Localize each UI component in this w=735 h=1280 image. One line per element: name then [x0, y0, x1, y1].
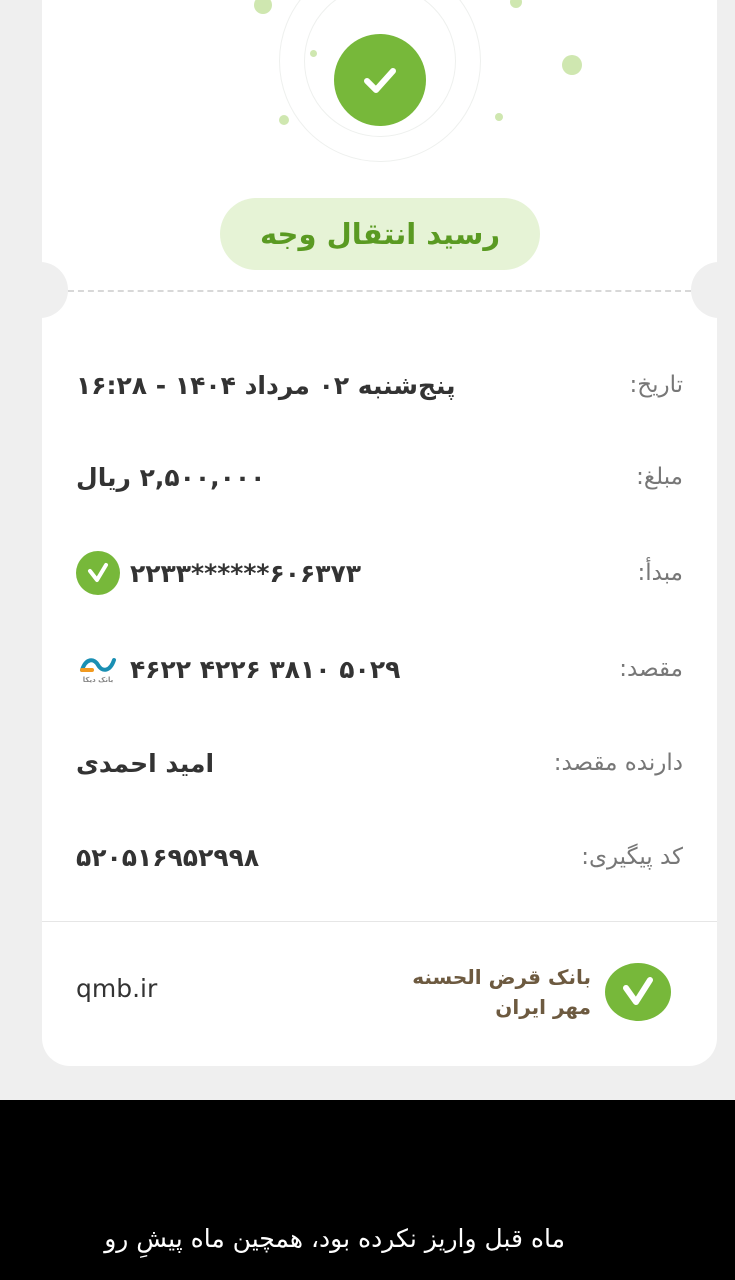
bank-dey-logo-caption: بانک دیکا — [82, 676, 114, 684]
date-label: تاریخ: — [629, 372, 683, 398]
success-check-icon — [334, 34, 426, 126]
bank-website[interactable]: qmb.ir — [76, 974, 157, 1003]
bank-check-icon — [76, 551, 120, 595]
bank-name: بانک قرض الحسنه مهر ایران — [412, 962, 591, 1022]
decor-dot — [510, 0, 522, 8]
destination-label: مقصد: — [619, 656, 683, 682]
source-value: ۶۰۶۳۷۳******۲۲۳۳ — [76, 551, 361, 595]
source-label: مبدأ: — [637, 560, 683, 586]
bank-name-line2: مهر ایران — [495, 995, 591, 1019]
dashed-divider — [68, 290, 691, 292]
image-caption: ماه قبل واریز نکرده بود، همچین ماه پیشِ … — [104, 1224, 565, 1253]
decor-dot — [279, 115, 289, 125]
destination-value: ۵۰۲۹ ۳۸۱۰ ۴۲۲۶ ۴۶۲۲ بانک دیکا — [76, 654, 400, 684]
row-amount: ۲,۵۰۰,۰۰۰ ریال مبلغ: — [76, 452, 683, 502]
holder-value: امید احمدی — [76, 748, 215, 778]
bank-brand: بانک قرض الحسنه مهر ایران — [412, 962, 671, 1022]
decor-dot — [495, 113, 503, 121]
decor-dot — [562, 55, 582, 75]
row-tracking-code: ۵۲۰۵۱۶۹۵۲۹۹۸ کد پیگیری: — [76, 832, 683, 882]
holder-label: دارنده مقصد: — [553, 750, 683, 776]
source-card-number: ۶۰۶۳۷۳******۲۲۳۳ — [130, 558, 362, 588]
bank-name-line1: بانک قرض الحسنه — [412, 965, 591, 989]
ticket-notch-left — [12, 262, 68, 318]
row-date: پنج‌شنبه ۰۲ مرداد ۱۴۰۴ - ۱۶:۲۸ تاریخ: — [76, 360, 683, 410]
tracking-code-value: ۵۲۰۵۱۶۹۵۲۹۹۸ — [76, 842, 260, 872]
amount-label: مبلغ: — [636, 464, 683, 490]
decor-dot — [310, 50, 317, 57]
receipt-card: رسید انتقال وجه پنج‌شنبه ۰۲ مرداد ۱۴۰۴ -… — [12, 0, 735, 1066]
screen: رسید انتقال وجه پنج‌شنبه ۰۲ مرداد ۱۴۰۴ -… — [0, 0, 735, 1100]
footer-divider — [42, 921, 717, 922]
tracking-code-label: کد پیگیری: — [581, 844, 683, 870]
amount-value: ۲,۵۰۰,۰۰۰ ریال — [76, 462, 266, 492]
receipt-title: رسید انتقال وجه — [220, 198, 540, 270]
ticket-notch-right — [691, 262, 735, 318]
destination-card-number: ۵۰۲۹ ۳۸۱۰ ۴۲۲۶ ۴۶۲۲ — [130, 654, 401, 684]
row-source: ۶۰۶۳۷۳******۲۲۳۳ مبدأ: — [76, 548, 683, 598]
row-destination-holder: امید احمدی دارنده مقصد: — [76, 738, 683, 788]
row-destination: ۵۰۲۹ ۳۸۱۰ ۴۲۲۶ ۴۶۲۲ بانک دیکا مقصد: — [76, 644, 683, 694]
decor-dot — [254, 0, 272, 14]
bank-logo-icon — [605, 963, 671, 1021]
date-value: پنج‌شنبه ۰۲ مرداد ۱۴۰۴ - ۱۶:۲۸ — [76, 370, 456, 400]
bank-dey-logo-icon: بانک دیکا — [76, 654, 120, 684]
